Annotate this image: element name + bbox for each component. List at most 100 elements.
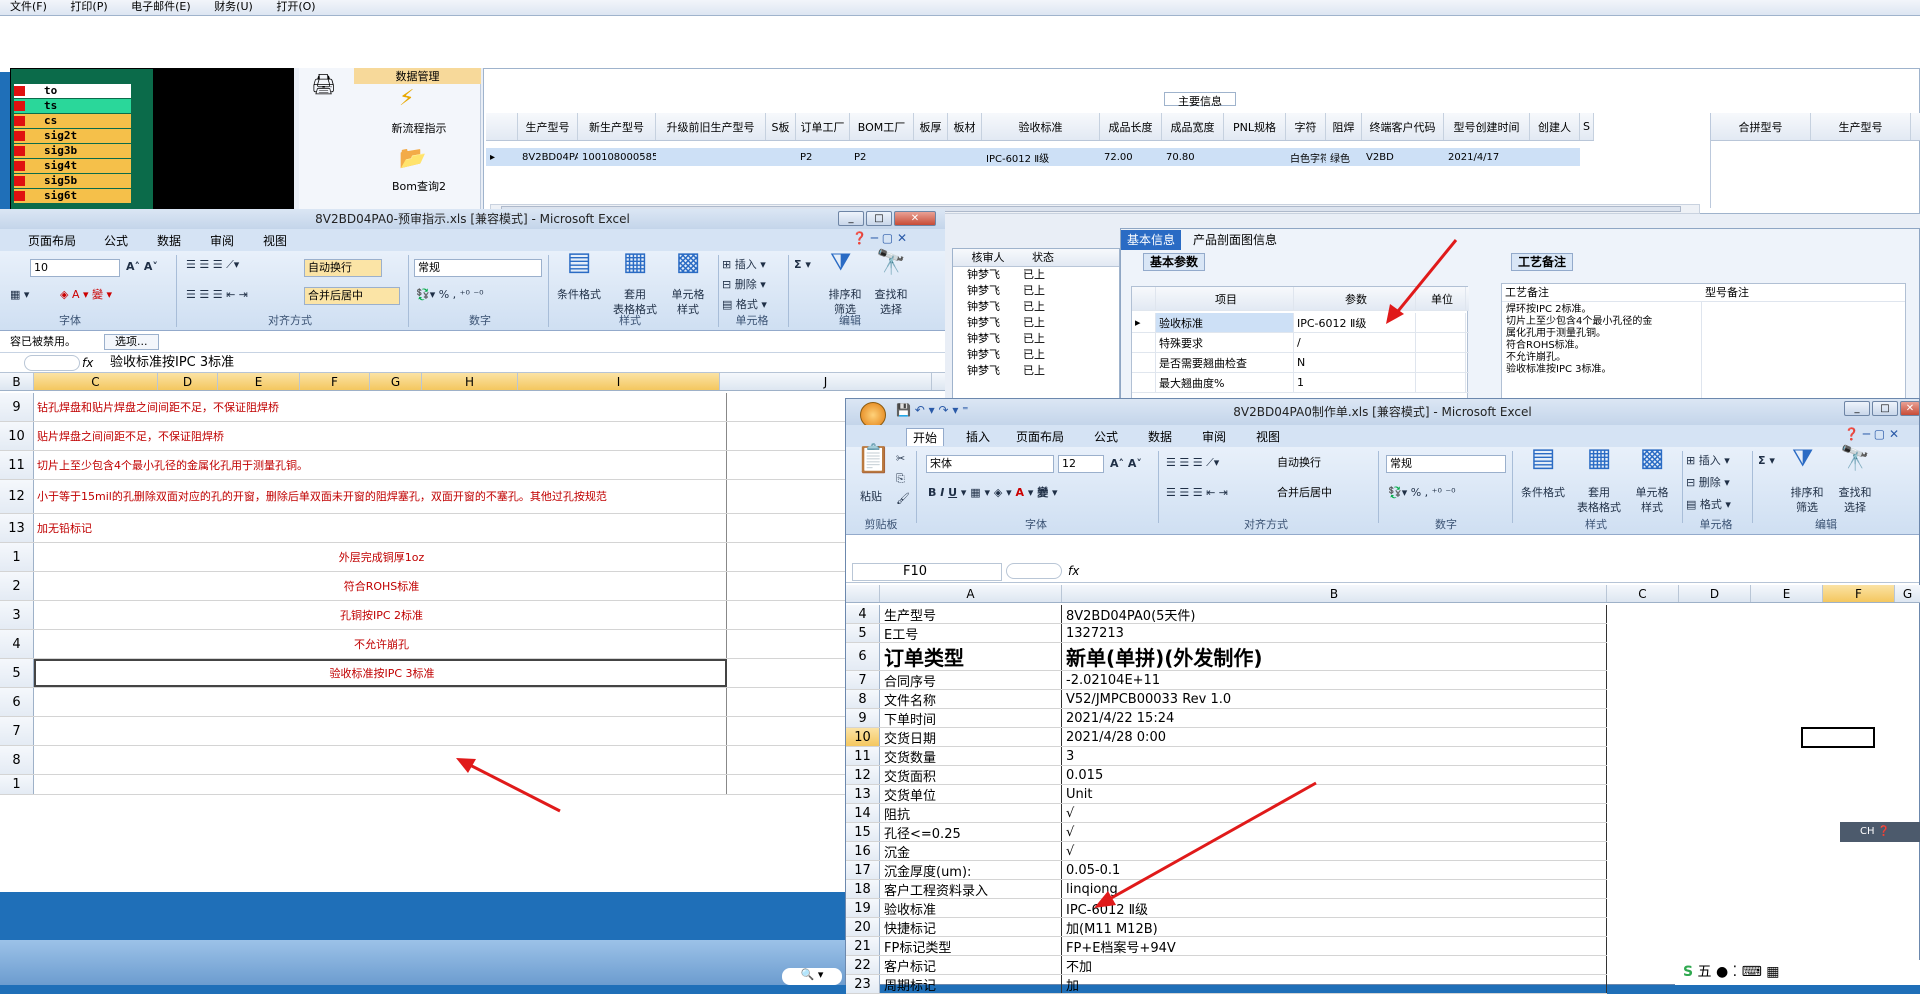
tab-view[interactable]: 视图 [263, 232, 287, 249]
row-number[interactable]: 16 [846, 842, 880, 860]
tab-view[interactable]: 视图 [1256, 428, 1280, 445]
tab-formulas[interactable]: 公式 [1094, 428, 1118, 445]
layer-item[interactable]: cs [14, 114, 131, 128]
name-box[interactable]: F10 [852, 563, 1002, 581]
tab-data[interactable]: 数据 [1148, 428, 1172, 445]
col-header[interactable]: 合拼型号 [1711, 113, 1811, 140]
sheet-cell[interactable]: 钻孔焊盘和贴片焊盘之间间距不足，不保证阻焊桥 [34, 393, 727, 421]
sum-icon[interactable]: Σ ▾ [794, 257, 811, 272]
field-label[interactable]: 阻抗 [880, 804, 1062, 822]
row-number[interactable]: 8 [0, 746, 34, 774]
align-top-icon[interactable]: ☰ ☰ ☰ ⟋▾ [186, 257, 239, 272]
col-a[interactable]: A [880, 585, 1062, 602]
field-value[interactable]: FP+E档案号+94V [1062, 937, 1607, 955]
tab-profile-info[interactable]: 产品剖面图信息 [1187, 230, 1283, 250]
field-value[interactable]: 0.05-0.1 [1062, 861, 1607, 879]
col-header[interactable]: 验收标准 [982, 113, 1100, 140]
row-number[interactable]: 15 [846, 823, 880, 841]
col-header[interactable]: BOM工厂 [850, 113, 914, 140]
menu-open[interactable]: 打开(O) [266, 1, 325, 13]
lightning-icon[interactable]: ⚡ [399, 86, 414, 111]
col-header[interactable]: 升级前旧生产型号 [656, 113, 766, 140]
sheet-cell[interactable]: 切片上至少包含4个最小孔径的金属化孔用于测量孔铜。 [34, 451, 727, 479]
format-painter-icon[interactable]: 🖌 [896, 491, 910, 506]
row-number[interactable]: 13 [846, 785, 880, 803]
sheet-cell[interactable]: 外层完成铜厚1oz [34, 543, 727, 571]
tab-page-layout[interactable]: 页面布局 [1016, 428, 1064, 445]
field-label[interactable]: 孔径<=0.25 [880, 823, 1062, 841]
field-value[interactable]: -2.02104E+11 [1062, 671, 1607, 689]
row-number[interactable]: 11 [846, 747, 880, 765]
field-value[interactable]: linqiong [1062, 880, 1607, 898]
minimize-button[interactable]: _ [1844, 401, 1870, 416]
col-header[interactable]: 单位 [1416, 287, 1466, 310]
grow-font-icon[interactable]: A˄ A˅ [126, 259, 158, 274]
grid-row[interactable]: ▸ 8V2BD04PA0 10010800058555 P2 P2 IPC-60… [486, 148, 1580, 166]
col-header[interactable]: PNL规格 [1224, 113, 1286, 140]
cut-icon[interactable]: ✂ [896, 451, 905, 466]
field-value[interactable]: Unit [1062, 785, 1607, 803]
row-number[interactable]: 9 [846, 709, 880, 727]
col-h[interactable]: H [422, 373, 518, 390]
field-label[interactable]: 合同序号 [880, 671, 1062, 689]
field-value[interactable]: IPC-6012 Ⅱ级 [1062, 899, 1607, 917]
sheet-cell[interactable]: 符合ROHS标准 [34, 572, 727, 600]
col-header[interactable]: 板厚 [914, 113, 948, 140]
font-size-select[interactable]: 10 [30, 259, 120, 277]
currency-icon[interactable]: 💱▾ % , ⁺⁰ ⁻⁰ [1388, 485, 1456, 500]
col-header[interactable]: 终端客户代码 [1362, 113, 1444, 140]
help-icon[interactable]: ❓ [1878, 826, 1890, 837]
tab-basic-params[interactable]: 基本参数 [1143, 253, 1206, 271]
wrap-text-button[interactable]: 自动换行 [304, 259, 382, 277]
active-cell-f10[interactable] [1801, 727, 1875, 748]
field-label[interactable]: E工号 [880, 624, 1062, 642]
field-label[interactable]: 下单时间 [880, 709, 1062, 727]
field-label[interactable]: 订单类型 [880, 643, 1062, 670]
currency-icon[interactable]: 💱▾ % , ⁺⁰ ⁻⁰ [416, 287, 484, 302]
col-b[interactable]: B [0, 373, 34, 390]
col-f[interactable]: F [1823, 585, 1895, 602]
col-g[interactable]: G [370, 373, 422, 390]
close-button[interactable]: ✕ [1900, 401, 1920, 416]
field-value[interactable]: 新单(单拼)(外发制作) [1062, 643, 1607, 670]
col-d[interactable]: D [1679, 585, 1751, 602]
col-header[interactable]: 板材 [948, 113, 982, 140]
row-number[interactable]: 9 [0, 393, 34, 421]
row-number[interactable]: 23 [846, 975, 880, 993]
cell-style-icon[interactable]: ▩ [664, 249, 712, 275]
font-size-select[interactable]: 12 [1058, 455, 1104, 473]
field-value[interactable]: 0.015 [1062, 766, 1607, 784]
field-label[interactable]: FP标记类型 [880, 937, 1062, 955]
field-label[interactable]: 文件名称 [880, 690, 1062, 708]
col-header[interactable]: 核审人 [953, 249, 1023, 266]
row-number[interactable]: 13 [0, 514, 34, 542]
nav-bom-query[interactable]: Bom查询2 [369, 178, 469, 194]
conditional-format-button[interactable]: 条件格式 [550, 287, 608, 302]
field-label[interactable]: 客户工程资料录入 [880, 880, 1062, 898]
row-number[interactable]: 8 [846, 690, 880, 708]
delete-button[interactable]: ⊟ 删除 ▾ [722, 277, 766, 292]
merge-center-button[interactable]: 合并后居中 [1274, 485, 1370, 503]
tab-page-layout[interactable]: 页面布局 [28, 232, 76, 249]
col-c[interactable]: C [34, 373, 158, 390]
find-select-button[interactable]: 查找和 选择 [1830, 485, 1880, 515]
field-label[interactable]: 生产型号 [880, 605, 1062, 623]
field-value[interactable]: √ [1062, 823, 1607, 841]
col-d[interactable]: D [158, 373, 218, 390]
row-number[interactable]: 18 [846, 880, 880, 898]
field-label[interactable]: 交货日期 [880, 728, 1062, 746]
tab-formulas[interactable]: 公式 [104, 232, 128, 249]
find-icon[interactable]: 🔭 [1840, 446, 1870, 470]
row-number[interactable]: 1 [0, 775, 34, 794]
row-number[interactable]: 21 [846, 937, 880, 955]
number-format-select[interactable]: 常规 [1386, 455, 1506, 473]
col-c[interactable]: C [1607, 585, 1679, 602]
row-number[interactable]: 4 [0, 630, 34, 658]
row-number[interactable]: 5 [846, 624, 880, 642]
formula-content[interactable]: 验收标准按IPC 3标准 [110, 353, 234, 373]
col-header[interactable]: S [1580, 113, 1594, 140]
bold-icon[interactable]: B I U ▾ ▦ ▾ ◈ ▾ A ▾ 變 ▾ [928, 485, 1058, 500]
sheet-cell[interactable]: 验收标准按IPC 3标准 [34, 659, 727, 687]
name-box-slider[interactable] [1006, 563, 1062, 579]
field-value[interactable]: V52/JMPCB00033 Rev 1.0 [1062, 690, 1607, 708]
